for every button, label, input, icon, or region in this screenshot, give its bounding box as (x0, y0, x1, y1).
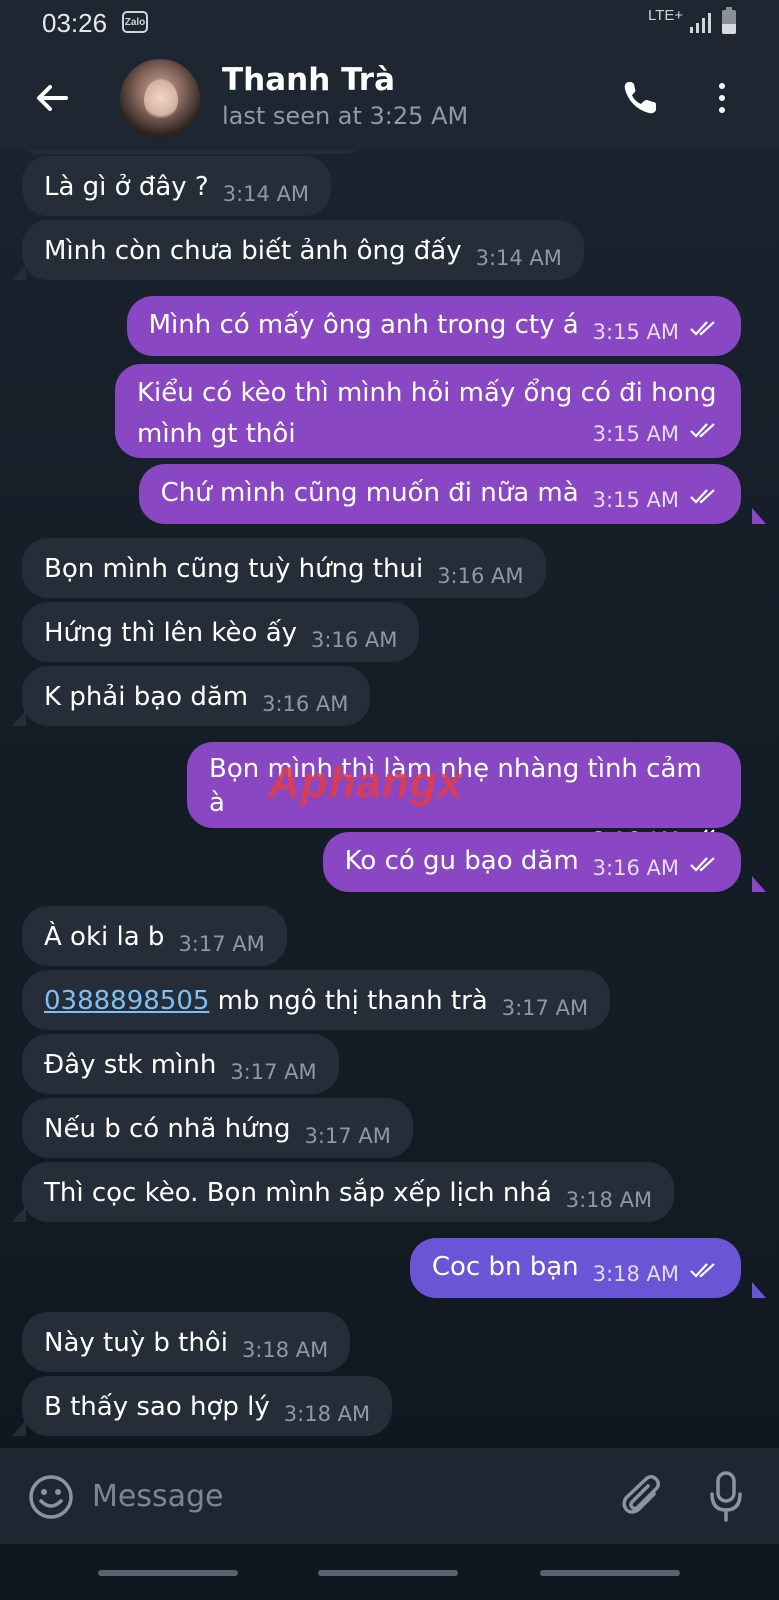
message-time: 3:15 AM (592, 320, 679, 344)
zalo-notification-icon: Zalo (122, 11, 148, 33)
microphone-icon[interactable] (708, 1470, 744, 1522)
message-text: Mình có mấy ông anh trong cty á (148, 310, 579, 340)
back-arrow-icon[interactable] (30, 76, 74, 120)
paperclip-icon[interactable] (620, 1472, 666, 1522)
message-bubble-incoming[interactable]: Nếu b có nhã hứng 3:17 AM (22, 1098, 413, 1158)
message-bubble-incoming[interactable]: Bọn mình cũng tuỳ hứng thui 3:16 AM (22, 538, 546, 598)
message-bubble-incoming[interactable]: À oki la b 3:17 AM (22, 906, 287, 966)
message-text: À oki la b (44, 922, 165, 952)
double-check-icon (690, 857, 715, 872)
message-time: 3:15 AM (592, 422, 679, 446)
message-text: Đây stk mình (44, 1050, 217, 1080)
message-text: Nếu b có nhã hứng (44, 1114, 291, 1144)
message-text: Hứng thì lên kèo ấy (44, 618, 298, 648)
bubble-tail (12, 710, 26, 726)
message-text: mb ngô thị thanh trà (209, 986, 488, 1016)
status-bar: 03:26 Zalo LTE+ (0, 0, 779, 50)
message-text: Chứ mình cũng muốn đi nữa mà (160, 478, 579, 508)
message-bubble-incoming[interactable]: 0388898505 mb ngô thị thanh trà 3:17 AM (22, 970, 611, 1030)
message-time: 3:18 AM (592, 1262, 679, 1286)
more-vertical-icon[interactable] (712, 76, 732, 120)
message-bubble-incoming[interactable]: Mình còn chưa biết ảnh ông đấy 3:14 AM (22, 220, 584, 280)
message-text: Bọn mình cũng tuỳ hứng thui (44, 554, 424, 584)
system-navigation-bar (0, 1544, 779, 1600)
message-time: 3:16 AM (592, 856, 679, 880)
double-check-icon (690, 1263, 715, 1278)
message-bubble-incoming[interactable]: Này tuỳ b thôi 3:18 AM (22, 1312, 351, 1372)
chat-header: Thanh Trà last seen at 3:25 AM (0, 50, 779, 150)
message-text: Này tuỳ b thôi (44, 1328, 228, 1358)
phone-number-link[interactable]: 0388898505 (44, 986, 209, 1016)
bubble-tail (752, 876, 766, 892)
message-time: 3:16 AM (262, 692, 349, 716)
last-seen-status: last seen at 3:25 AM (222, 102, 469, 130)
message-bubble-outgoing[interactable]: Mình có mấy ông anh trong cty á 3:15 AM (126, 296, 741, 356)
bubble-tail (752, 508, 766, 524)
smiley-icon[interactable] (28, 1474, 74, 1520)
message-time: 3:17 AM (501, 996, 589, 1020)
message-bubble-incoming[interactable]: Đây stk mình 3:17 AM (22, 1034, 339, 1094)
message-text: Thì cọc kèo. Bọn mình sắp xếp lịch nhá (44, 1178, 552, 1208)
network-type: LTE+ (648, 7, 684, 24)
double-check-icon (690, 423, 715, 438)
bubble-tail (12, 1420, 26, 1436)
message-text: Là gì ở đây ? (44, 172, 209, 202)
message-time: 3:18 AM (283, 1402, 371, 1426)
message-list: Là gì ở đây ? 3:14 AM Mình còn chưa biết … (0, 150, 779, 1480)
message-time: 3:14 AM (475, 246, 562, 270)
message-text: B thấy sao hợp lý (44, 1392, 270, 1422)
bubble-tail (12, 264, 26, 280)
message-text: Coc bn bạn (431, 1252, 579, 1282)
message-time: 3:16 AM (437, 564, 524, 588)
message-bubble-outgoing[interactable]: Kiểu có kèo thì mình hỏi mấy ổng có đi h… (115, 364, 741, 458)
message-bubble-incoming[interactable]: Thì cọc kèo. Bọn mình sắp xếp lịch nhá 3:… (22, 1162, 675, 1222)
message-time: 3:18 AM (241, 1338, 329, 1362)
message-input[interactable] (92, 1470, 592, 1522)
message-text: mình gt thôi (137, 419, 296, 449)
phone-icon[interactable] (620, 78, 660, 118)
message-bubble-outgoing[interactable]: Ko có gu bạo dăm 3:16 AM (322, 832, 741, 892)
message-bubble-incoming[interactable]: Là gì ở đây ? 3:14 AM (22, 156, 332, 216)
double-check-icon (690, 489, 715, 504)
contact-name[interactable]: Thanh Trà (222, 62, 395, 98)
nav-recents-button[interactable] (98, 1570, 238, 1576)
message-time: 3:17 AM (304, 1124, 391, 1148)
message-text: Ko có gu bạo dăm (344, 846, 579, 876)
message-bubble-outgoing[interactable]: Chứ mình cũng muốn đi nữa mà 3:15 AM (138, 464, 741, 524)
message-time: 3:16 AM (311, 628, 398, 652)
message-text: Mình còn chưa biết ảnh ông đấy (44, 236, 462, 266)
contact-avatar[interactable] (120, 59, 200, 139)
message-bubble-outgoing[interactable]: Coc bn bạn 3:18 AM (409, 1238, 741, 1298)
watermark-logo: Aphangx (268, 758, 464, 807)
nav-home-button[interactable] (318, 1570, 458, 1576)
nav-back-button[interactable] (540, 1570, 680, 1576)
message-bubble-incoming[interactable]: K phải bạo dăm 3:16 AM (22, 666, 371, 726)
message-bubble-partial (22, 150, 362, 154)
bubble-tail (752, 1282, 766, 1298)
message-time: 3:14 AM (222, 182, 310, 206)
message-time: 3:18 AM (565, 1188, 653, 1212)
message-text: K phải bạo dăm (44, 682, 249, 712)
battery-icon (722, 7, 736, 34)
bubble-tail (12, 1206, 26, 1222)
message-time: 3:17 AM (230, 1060, 317, 1084)
message-time: 3:15 AM (592, 488, 679, 512)
message-bubble-incoming[interactable]: B thấy sao hợp lý 3:18 AM (22, 1376, 393, 1436)
status-time: 03:26 (42, 8, 108, 38)
message-text: Kiểu có kèo thì mình hỏi mấy ổng có đi h… (137, 378, 717, 408)
message-input-bar (0, 1448, 779, 1544)
signal-icon (690, 13, 711, 33)
message-bubble-incoming[interactable]: Hứng thì lên kèo ấy 3:16 AM (22, 602, 420, 662)
double-check-icon (690, 321, 715, 336)
message-time: 3:17 AM (178, 932, 265, 956)
